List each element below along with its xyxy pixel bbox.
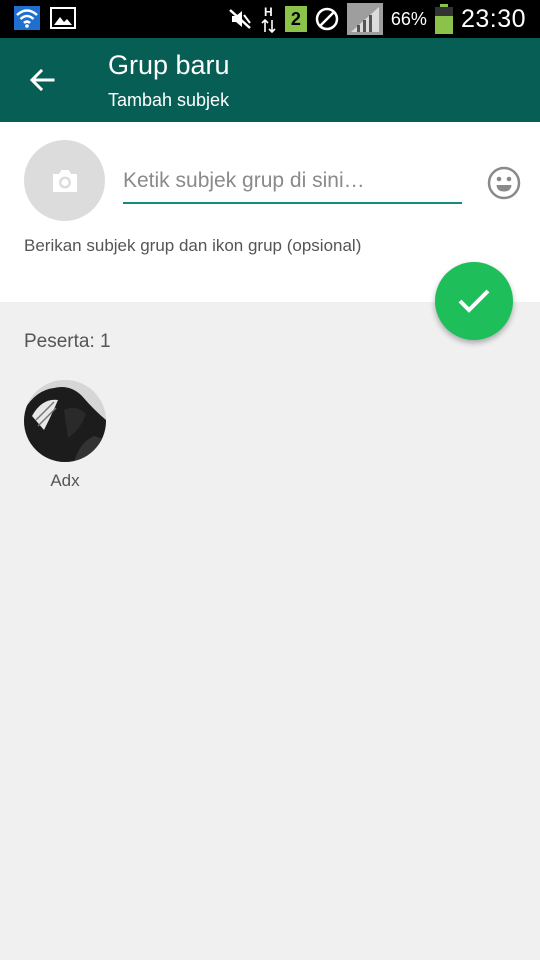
group-photo-button[interactable] (24, 140, 105, 221)
status-bar: H 2 66% 23:30 (0, 0, 540, 38)
confirm-fab[interactable] (435, 262, 513, 340)
block-icon (315, 7, 339, 31)
mute-icon (227, 7, 253, 31)
toolbar-subtitle: Tambah subjek (108, 90, 230, 110)
subject-input[interactable] (123, 162, 462, 200)
signal-icon (346, 3, 383, 35)
toolbar-title: Grup baru (108, 50, 230, 80)
avatar (24, 380, 106, 462)
network-type-text: H (264, 5, 273, 19)
check-icon (458, 289, 490, 313)
emoji-button[interactable] (486, 165, 522, 201)
participants-count: Peserta: 1 (24, 331, 111, 352)
sim-badge: 2 (290, 8, 301, 29)
camera-icon (52, 169, 77, 192)
battery-icon (434, 4, 453, 34)
battery-percent: 66% (390, 8, 427, 29)
wifi-icon (14, 6, 40, 30)
gallery-icon (50, 7, 76, 29)
back-button[interactable] (18, 58, 66, 102)
participant-item[interactable]: Adx (24, 380, 106, 491)
subject-hint: Berikan subjek grup dan ikon grup (opsio… (24, 236, 362, 255)
status-bar-left (14, 6, 76, 30)
data-arrows-icon: H (261, 5, 277, 33)
arrow-back-icon (29, 68, 55, 92)
status-bar-right: H 2 66% 23:30 (227, 0, 526, 38)
app-toolbar: Grup baru Tambah subjek (0, 38, 540, 122)
subject-field (123, 162, 462, 204)
participant-name: Adx (50, 471, 80, 490)
sim-icon: 2 (284, 6, 307, 32)
emoji-icon (487, 166, 521, 200)
clock: 23:30 (460, 4, 526, 33)
